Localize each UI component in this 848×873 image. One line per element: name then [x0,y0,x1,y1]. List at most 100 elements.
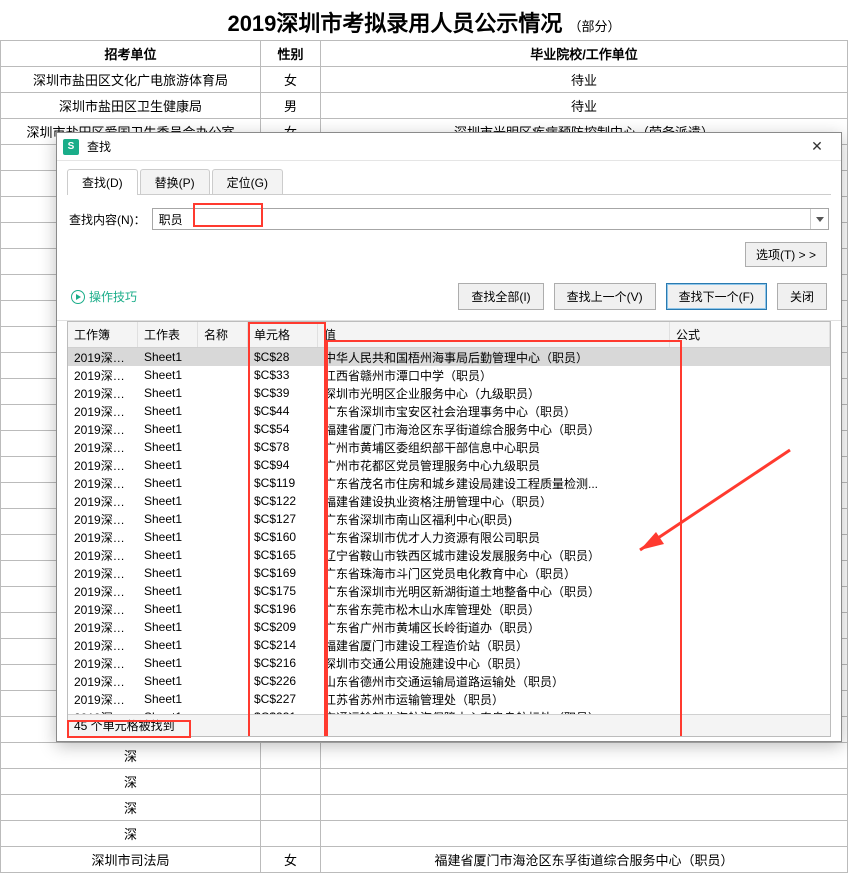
search-input[interactable] [153,209,810,229]
result-cell: $C$209 [248,619,318,635]
result-cell: $C$94 [248,457,318,473]
result-cell: $C$196 [248,601,318,617]
cell[interactable] [321,795,848,821]
result-row[interactable]: 2019深圳...Sheet1$C$54福建省厦门市海沧区东孚街道综合服务中心（… [68,420,830,438]
result-row[interactable]: 2019深圳...Sheet1$C$216深圳市交通公用设施建设中心（职员） [68,654,830,672]
result-row[interactable]: 2019深圳...Sheet1$C$214福建省厦门市建设工程造价站（职员） [68,636,830,654]
tab-replace[interactable]: 替换(P) [140,169,210,195]
tab-goto[interactable]: 定位(G) [212,169,283,195]
hdr-cell[interactable]: 单元格 [248,322,318,347]
cell[interactable]: 深圳市司法局 [1,847,261,873]
tips-label: 操作技巧 [89,288,137,305]
result-cell [670,626,830,628]
tips-link[interactable]: 操作技巧 [71,288,137,305]
chevron-down-icon [816,217,824,222]
result-row[interactable]: 2019深圳...Sheet1$C$44广东省深圳市宝安区社会治理事务中心（职员… [68,402,830,420]
cell[interactable]: 待业 [321,67,848,93]
result-row[interactable]: 2019深圳...Sheet1$C$33江西省赣州市潭口中学（职员） [68,366,830,384]
cell[interactable] [261,795,321,821]
header-unit: 招考单位 [1,41,261,67]
cell[interactable]: 男 [261,93,321,119]
table-row: 深 [1,795,848,821]
result-cell: 2019深圳... [68,348,138,367]
options-button[interactable]: 选项(T) > > [745,242,827,267]
result-row[interactable]: 2019深圳...Sheet1 $C$39深圳市光明区企业服务中心（九级职员） [68,384,830,402]
result-cell: $C$175 [248,583,318,599]
cell[interactable] [321,743,848,769]
result-cell: Sheet1 [138,475,198,491]
result-cell [198,464,248,466]
find-prev-button[interactable]: 查找上一个(V) [554,283,656,310]
close-icon[interactable]: ✕ [799,136,835,158]
cell[interactable] [321,821,848,847]
cell[interactable] [261,821,321,847]
result-cell: 2019深圳... [68,618,138,637]
result-cell: 2019深圳... [68,384,138,403]
cell[interactable] [261,769,321,795]
tabs: 查找(D) 替换(P) 定位(G) [57,161,841,195]
result-cell: 2019深圳... [68,654,138,673]
cell[interactable]: 深 [1,743,261,769]
result-cell: $C$127 [248,511,318,527]
result-row[interactable]: 2019深圳...Sheet1$C$209广东省广州市黄埔区长岭街道办（职员） [68,618,830,636]
result-row[interactable]: 2019深圳...Sheet1$C$196广东省东莞市松木山水库管理处（职员） [68,600,830,618]
result-cell [198,608,248,610]
find-dialog: S 查找 ✕ 查找(D) 替换(P) 定位(G) 查找内容(N)： 选项(T) … [56,132,842,742]
cell[interactable]: 深 [1,769,261,795]
play-icon [71,290,85,304]
hdr-worksheet[interactable]: 工作表 [138,322,198,347]
result-cell [198,446,248,448]
hdr-value[interactable]: 值 [318,322,670,347]
search-row: 查找内容(N)： [57,196,841,238]
find-all-button[interactable]: 查找全部(I) [458,283,543,310]
result-cell [198,644,248,646]
result-row[interactable]: 2019深圳...Sheet1$C$28中华人民共和国梧州海事局后勤管理中心（职… [68,348,830,366]
close-button[interactable]: 关闭 [777,283,827,310]
result-cell: $C$39 [248,385,318,401]
result-row[interactable]: 2019深圳...Sheet1$C$227江苏省苏州市运输管理处（职员） [68,690,830,708]
result-row[interactable]: 2019深圳...Sheet1$C$175广东省深圳市光明区新湖街道土地整备中心… [68,582,830,600]
cell[interactable]: 福建省厦门市海沧区东孚街道综合服务中心（职员） [321,847,848,873]
cell[interactable]: 深 [1,821,261,847]
result-cell: Sheet1 [138,385,198,401]
cell[interactable]: 待业 [321,93,848,119]
cell[interactable]: 深 [1,795,261,821]
cell[interactable]: 深圳市盐田区卫生健康局 [1,93,261,119]
result-row[interactable]: 2019深圳...Sheet1$C$226山东省德州市交通运输局道路运输处（职员… [68,672,830,690]
result-cell [198,590,248,592]
cell[interactable]: 女 [261,67,321,93]
cell[interactable]: 深圳市盐田区文化广电旅游体育局 [1,67,261,93]
hdr-name[interactable]: 名称 [198,322,248,347]
result-cell [198,626,248,628]
tab-find[interactable]: 查找(D) [67,169,138,195]
result-cell [670,428,830,430]
result-cell [670,662,830,664]
result-cell: 广东省广州市黄埔区长岭街道办（职员） [318,618,670,637]
result-cell: $C$214 [248,637,318,653]
result-cell: 深圳市光明区企业服务中心（九级职员） [318,384,670,403]
header-gender: 性别 [261,41,321,67]
result-cell: 2019深圳... [68,690,138,709]
result-cell: Sheet1 [138,547,198,563]
search-dropdown-button[interactable] [810,209,828,229]
result-cell [198,698,248,700]
search-label: 查找内容(N)： [69,211,146,228]
sheet-title: 2019深圳市考拟录用人员公示情况 （部分） [0,0,848,40]
result-cell: Sheet1 [138,349,198,365]
hdr-workbook[interactable]: 工作簿 [68,322,138,347]
result-cell [670,356,830,358]
result-cell: Sheet1 [138,529,198,545]
result-cell [198,680,248,682]
result-cell: $C$33 [248,367,318,383]
result-cell: 2019深圳... [68,492,138,511]
result-cell: $C$169 [248,565,318,581]
find-next-button[interactable]: 查找下一个(F) [666,283,767,310]
cell[interactable]: 女 [261,847,321,873]
hdr-formula[interactable]: 公式 [670,322,830,347]
result-cell: $C$165 [248,547,318,563]
results-header: 工作簿 工作表 名称 单元格 值 公式 [68,322,830,348]
result-cell: 2019深圳... [68,474,138,493]
cell[interactable] [321,769,848,795]
cell[interactable] [261,743,321,769]
result-cell: 2019深圳... [68,510,138,529]
